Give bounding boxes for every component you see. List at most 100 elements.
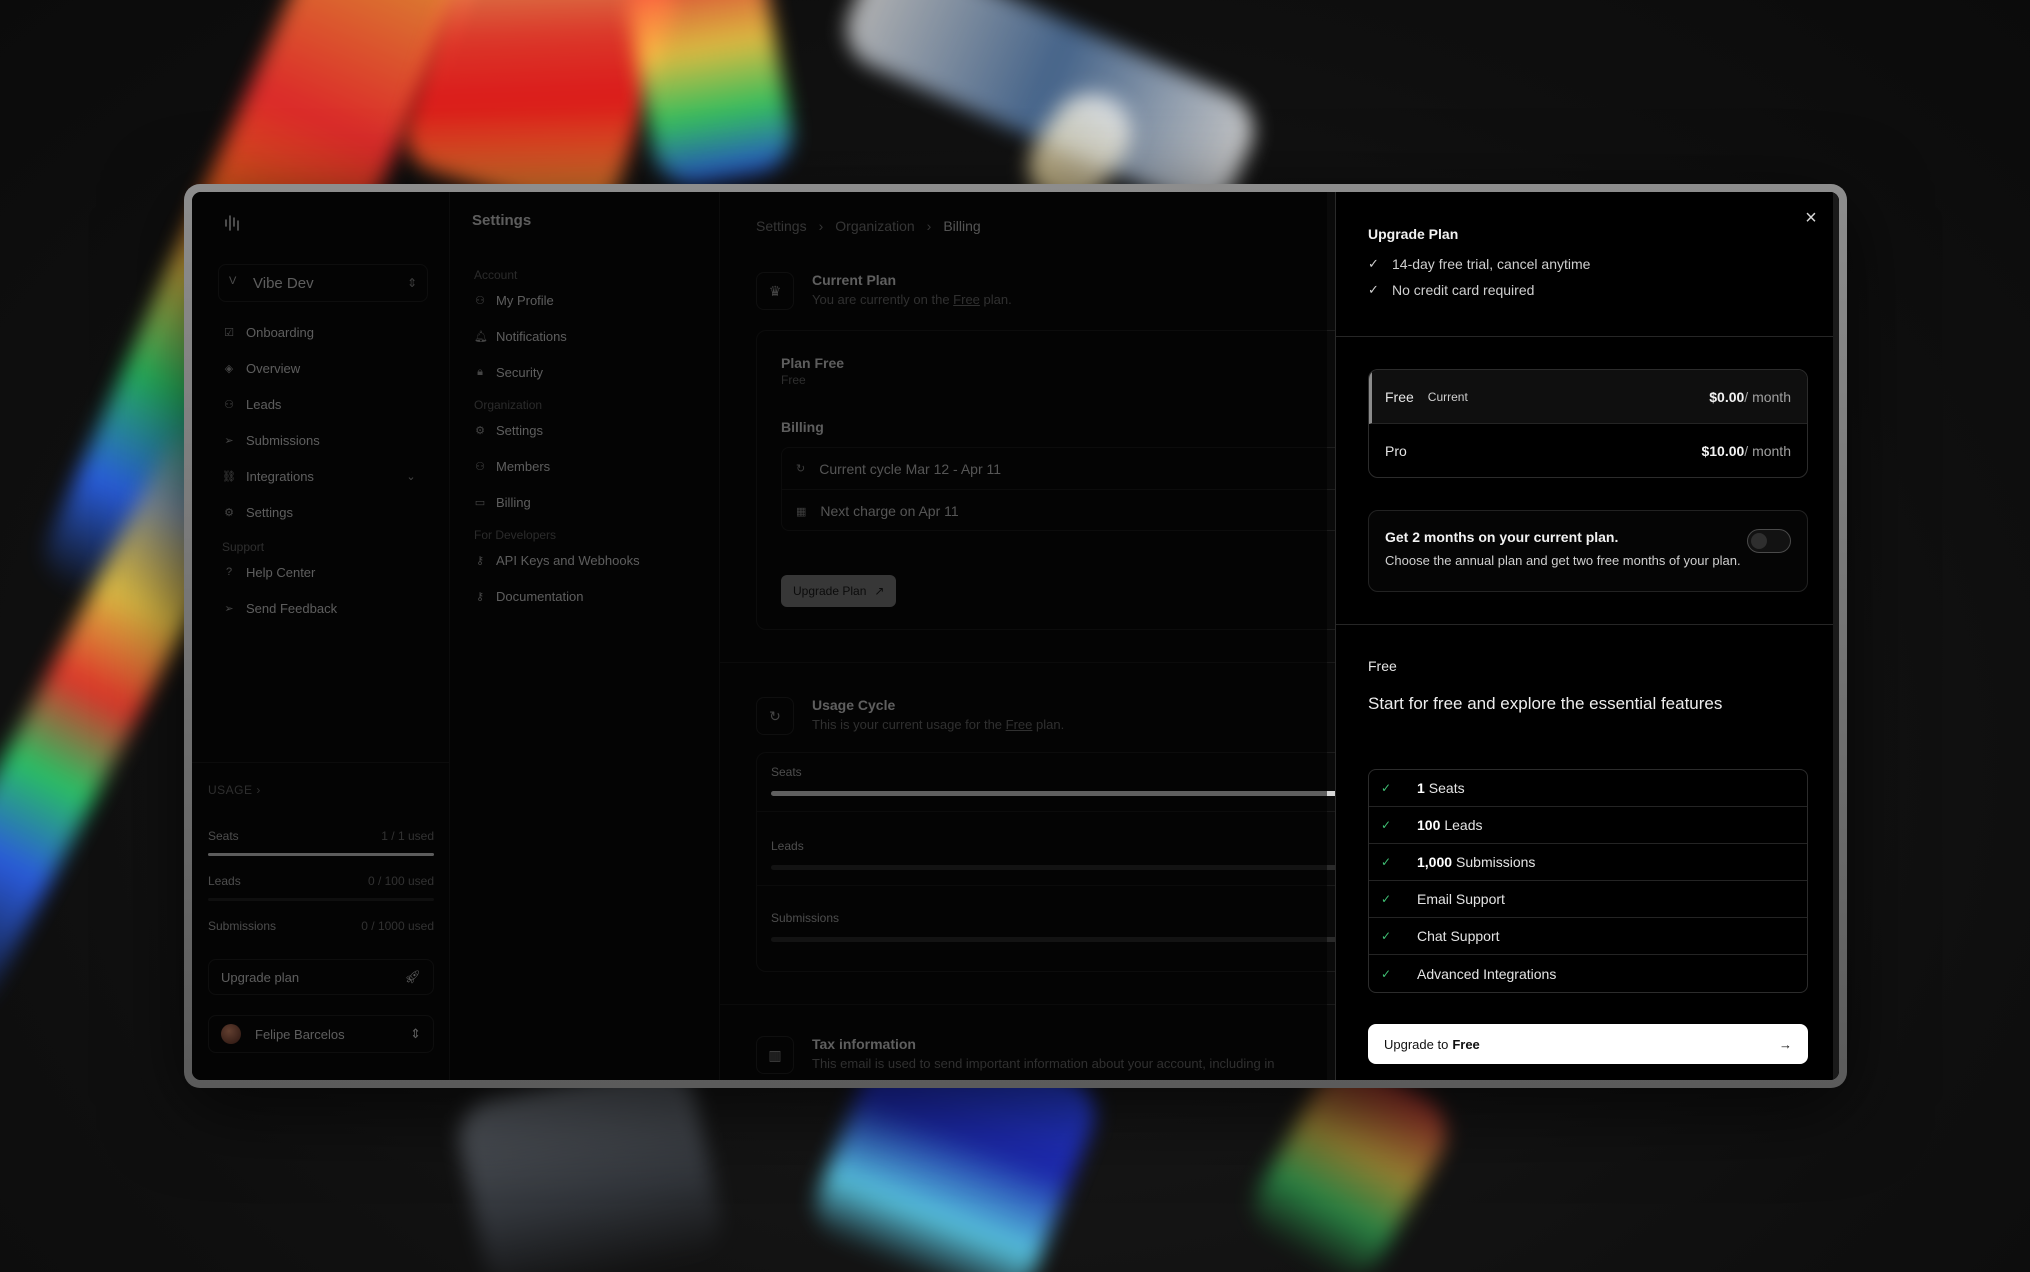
current-plan-header: ♛ Current Plan You are currently on the … xyxy=(756,272,1012,310)
gear-icon: ⚙ xyxy=(224,506,234,519)
annual-plan-offer: Get 2 months on your current plan. Choos… xyxy=(1368,510,1808,592)
key-icon: ⚷ xyxy=(475,554,485,567)
usage-cycle-subtitle: This is your current usage for the Free … xyxy=(812,717,1064,732)
plan-option-pro[interactable]: Pro $10.00/ month xyxy=(1369,424,1807,477)
breadcrumb-settings[interactable]: Settings xyxy=(756,218,807,234)
settings-item-label: Documentation xyxy=(496,588,584,604)
feature-text: Chat Support xyxy=(1417,928,1500,944)
workspace-switcher[interactable]: V Vibe Dev ⇕ xyxy=(218,264,428,302)
calendar-icon: ▦ xyxy=(796,505,807,518)
usage-value: 1 / 1 used xyxy=(381,829,434,843)
settings-item-members[interactable]: ⚇ Members xyxy=(474,448,704,484)
settings-section-developers: For Developers xyxy=(474,528,557,542)
perk-text: No credit card required xyxy=(1392,282,1535,298)
settings-item-security[interactable]: 🔒︎ Security xyxy=(474,354,704,390)
plan-link[interactable]: Free xyxy=(1006,717,1033,732)
perk-item: ✓ 14-day free trial, cancel anytime xyxy=(1368,256,1808,272)
settings-item-notifications[interactable]: 🔔︎ Notifications xyxy=(474,318,704,354)
feature-item: ✓ 1,000 Submissions xyxy=(1369,844,1807,881)
refresh-icon: ↻ xyxy=(756,697,794,735)
upgrade-plan-button-main[interactable]: Upgrade Plan ↗ xyxy=(781,575,897,607)
usage-label: Leads xyxy=(208,874,241,888)
user-menu-button[interactable]: Felipe Barcelos ⇕ xyxy=(208,1015,434,1053)
sidebar-section-support: Support xyxy=(222,540,265,554)
sidebar-item-settings[interactable]: ⚙ Settings xyxy=(218,494,428,530)
help-icon: ? xyxy=(225,566,233,578)
feature-item: ✓ Email Support xyxy=(1369,881,1807,918)
upgrade-plan-panel: × Upgrade Plan ✓ 14-day free trial, cance… xyxy=(1335,192,1839,1080)
avatar xyxy=(221,1024,241,1044)
feature-item: ✓ 100 Leads xyxy=(1369,807,1807,844)
usage-row-submissions: Submissions 0 / 1000 used xyxy=(208,919,434,933)
subtitle-text: This is your current usage for the xyxy=(812,717,1006,732)
settings-item-label: Security xyxy=(496,364,543,380)
plan-name: Plan Free xyxy=(781,355,845,371)
sidebar-item-integrations[interactable]: ⛓ Integrations ⌄ xyxy=(218,458,428,494)
link-icon: ⛓ xyxy=(222,470,236,483)
usage-panel: USAGE › Seats 1 / 1 used Leads 0 / 100 use… xyxy=(192,762,450,1080)
sidebar-item-send-feedback[interactable]: ➢ Send Feedback xyxy=(218,590,428,626)
settings-item-label: Settings xyxy=(496,422,543,438)
usage-label: Submissions xyxy=(208,919,277,933)
settings-item-billing[interactable]: ▭ Billing xyxy=(474,484,704,520)
chevron-right-icon: › xyxy=(818,218,824,234)
sidebar-item-onboarding[interactable]: ☑ Onboarding xyxy=(218,314,428,350)
sidebar-item-label: Integrations xyxy=(246,468,314,484)
settings-item-api-keys[interactable]: ⚷ API Keys and Webhooks xyxy=(474,542,704,578)
window-content: V Vibe Dev ⇕ ☑ Onboarding ◈ Overview ⚇ Lead… xyxy=(192,192,1839,1080)
sidebar-item-overview[interactable]: ◈ Overview xyxy=(218,350,428,386)
check-icon: ✓ xyxy=(1381,892,1392,906)
feature-text: Seats xyxy=(1428,780,1465,796)
usage-value: 0 / 100 used xyxy=(367,874,434,888)
gear-icon: ⚙ xyxy=(475,424,485,437)
user-icon: ⚇ xyxy=(224,398,234,411)
chevron-updown-icon: ⇕ xyxy=(410,1026,421,1041)
breadcrumb-organization[interactable]: Organization xyxy=(835,218,914,234)
chevron-right-icon: › xyxy=(926,218,932,234)
sidebar-item-leads[interactable]: ⚇ Leads xyxy=(218,386,428,422)
annual-offer-subtitle: Choose the annual plan and get two free … xyxy=(1385,553,1741,568)
subtitle-text: plan. xyxy=(979,292,1012,307)
check-icon: ✓ xyxy=(1368,256,1379,271)
upgrade-to-plan-button[interactable]: Upgrade to Free → xyxy=(1368,1024,1808,1064)
usage-cycle-label-leads: Leads xyxy=(771,839,804,853)
bell-icon: 🔔︎ xyxy=(474,330,488,343)
usage-cycle-header: ↻ Usage Cycle This is your current usage… xyxy=(756,697,1064,735)
users-icon: ⚇ xyxy=(475,460,485,473)
lock-icon: 🔒︎ xyxy=(477,365,483,378)
sidebar-item-submissions[interactable]: ➢ Submissions xyxy=(218,422,428,458)
tax-header: ▥ Tax information This email is used to … xyxy=(756,1036,1274,1074)
annual-toggle[interactable] xyxy=(1747,529,1791,553)
divider xyxy=(1336,336,1839,337)
scrollbar[interactable] xyxy=(1833,192,1839,1080)
settings-item-documentation[interactable]: ⚷ Documentation xyxy=(474,578,704,614)
feature-text: Advanced Integrations xyxy=(1417,965,1557,982)
settings-title: Settings xyxy=(472,212,532,229)
cta-prefix: Upgrade to xyxy=(1384,1036,1449,1052)
usage-cycle-label-seats: Seats xyxy=(771,765,802,779)
light-ray xyxy=(621,0,799,191)
upgrade-plan-button[interactable]: Upgrade plan 🚀︎ xyxy=(208,959,434,995)
sidebar-item-help-center[interactable]: ? Help Center xyxy=(218,554,428,590)
arrow-right-icon: → xyxy=(1779,1036,1792,1052)
light-ray xyxy=(451,1057,729,1272)
upgrade-plan-label: Upgrade Plan xyxy=(793,584,867,598)
sidebar: V Vibe Dev ⇕ ☑ Onboarding ◈ Overview ⚇ Lead… xyxy=(192,192,450,1080)
usage-cycle-label-submissions: Submissions xyxy=(771,911,840,925)
settings-item-my-profile[interactable]: ⚇ My Profile xyxy=(474,282,704,318)
settings-item-org-settings[interactable]: ⚙ Settings xyxy=(474,412,704,448)
plan-option-free[interactable]: Free Current $0.00/ month xyxy=(1369,370,1807,424)
check-icon: ✓ xyxy=(1381,818,1392,832)
settings-item-label: Notifications xyxy=(496,328,567,344)
current-plan-subtitle: You are currently on the Free plan. xyxy=(812,292,1012,307)
logo-icon[interactable] xyxy=(222,212,244,234)
settings-item-label: Billing xyxy=(496,494,531,510)
plan-link[interactable]: Free xyxy=(953,292,980,307)
usage-title[interactable]: USAGE › xyxy=(208,783,434,811)
plan-option-name: Free xyxy=(1385,388,1414,405)
rocket-icon: 🚀︎ xyxy=(404,969,421,984)
plan-subtitle: Free xyxy=(781,373,806,387)
sidebar-item-label: Help Center xyxy=(246,564,316,580)
cta-plan: Free xyxy=(1452,1036,1480,1052)
user-icon: ⚇ xyxy=(475,294,485,307)
